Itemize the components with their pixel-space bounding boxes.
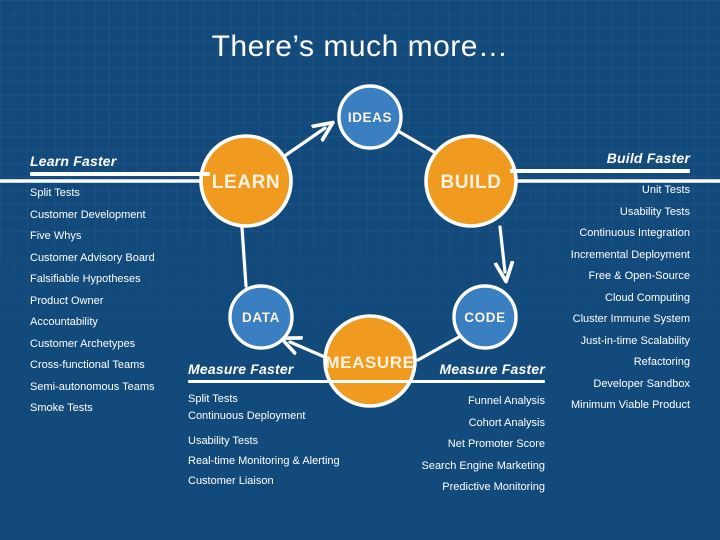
column-measure-faster-left-items: Split Tests Continuous Deployment Usabil…	[188, 391, 368, 491]
list-item: Cohort Analysis	[468, 416, 545, 429]
list-item: Accountability	[30, 316, 98, 328]
list-item: Incremental Deployment	[570, 248, 690, 261]
list-item: Five Whys	[30, 230, 82, 242]
column-learn-faster: Learn Faster Split Tests Customer Develo…	[30, 153, 210, 420]
node-data[interactable]: DATA	[228, 284, 294, 350]
node-build-label: BUILD	[440, 172, 501, 193]
node-ideas[interactable]: IDEAS	[337, 84, 403, 150]
column-learn-faster-items: Split Tests Customer Development Five Wh…	[30, 183, 210, 420]
list-item: Smoke Tests	[30, 402, 93, 414]
connector-learn-to-ideas	[284, 128, 325, 157]
list-item: Split Tests	[30, 187, 80, 199]
connector-data-to-learn	[240, 226, 248, 288]
list-item: Split Tests	[188, 393, 238, 405]
node-ideas-label: IDEAS	[348, 110, 392, 125]
list-item: Cloud Computing	[605, 291, 690, 304]
column-build-faster-rule	[510, 169, 690, 173]
list-item: Continuous Deployment	[188, 410, 306, 422]
list-item: Cluster Immune System	[572, 313, 690, 325]
list-item: Funnel Analysis	[467, 395, 545, 407]
list-item: Customer Archetypes	[30, 337, 136, 350]
column-measure-faster-left-rule	[188, 380, 368, 383]
list-item: Cross-functional Teams	[30, 359, 145, 371]
list-item: Continuous Integration	[579, 227, 690, 239]
list-item: Just-in-time Scalability	[580, 334, 690, 347]
node-build[interactable]: BUILD	[424, 134, 518, 228]
column-measure-faster-right-items: Funnel Analysis Cohort Analysis Net Prom…	[345, 391, 545, 499]
node-learn[interactable]: LEARN	[199, 134, 293, 228]
column-measure-faster-right-heading: Measure Faster	[439, 361, 545, 377]
list-item: Net Promoter Score	[447, 438, 545, 450]
list-item: Unit Tests	[641, 184, 690, 196]
column-learn-faster-rule	[30, 172, 210, 176]
column-measure-faster-right-rule	[345, 380, 545, 383]
list-item: Usability Tests	[188, 435, 259, 447]
column-measure-faster-right: Measure Faster Funnel Analysis Cohort An…	[345, 361, 545, 499]
list-item: Search Engine Marketing	[421, 459, 545, 472]
column-measure-faster-left: Measure Faster Split Tests Continuous De…	[188, 361, 368, 491]
list-item: Usability Tests	[619, 205, 690, 218]
column-build-faster-heading: Build Faster	[606, 150, 690, 166]
list-item: Real-time Monitoring & Alerting	[188, 455, 340, 467]
node-learn-label: LEARN	[212, 172, 280, 193]
connector-build-to-code	[500, 225, 505, 272]
column-learn-faster-heading: Learn Faster	[30, 153, 117, 169]
list-item: Semi-autonomous Teams	[30, 380, 155, 393]
connector-measure-to-data	[290, 342, 329, 360]
connector-code-to-measure	[416, 335, 461, 362]
list-item: Predictive Monitoring	[442, 481, 545, 493]
list-item: Customer Development	[30, 208, 146, 221]
list-item: Customer Liaison	[188, 475, 274, 487]
node-code-label: CODE	[464, 310, 505, 325]
list-item: Falsifiable Hypotheses	[30, 273, 141, 285]
node-data-label: DATA	[242, 310, 280, 325]
list-item: Customer Advisory Board	[30, 251, 155, 264]
column-measure-faster-left-heading: Measure Faster	[188, 361, 294, 377]
list-item: Free & Open-Source	[588, 270, 691, 282]
node-code[interactable]: CODE	[452, 284, 518, 350]
list-item: Product Owner	[30, 294, 104, 307]
